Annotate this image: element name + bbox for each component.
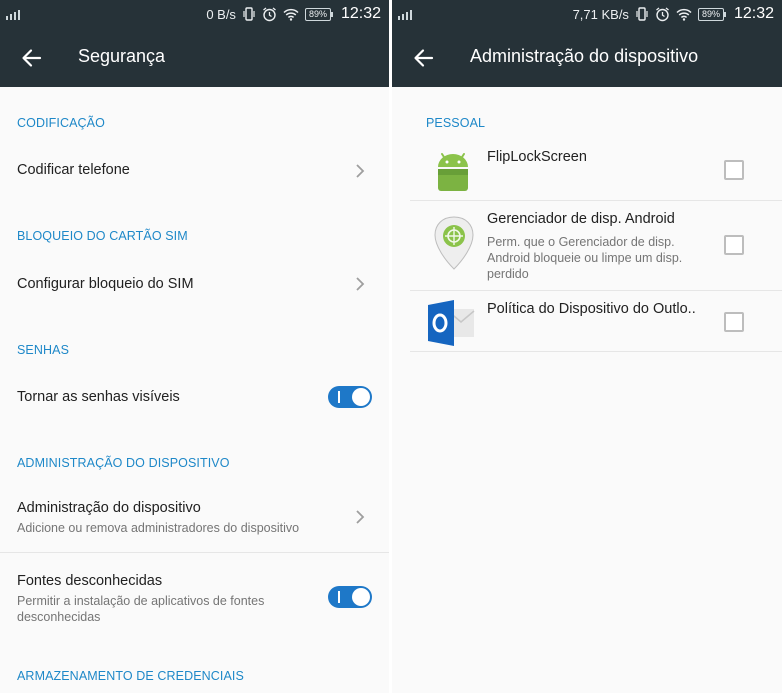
battery-indicator: 89% xyxy=(304,7,333,21)
section-header-pessoal: PESSOAL xyxy=(426,116,486,130)
device-admin-screen: 7,71 KB/s 89% 12:32 Administração do dis… xyxy=(392,0,782,693)
outlook-icon xyxy=(428,300,475,346)
status-bar: 0 B/s 89% 12:32 xyxy=(0,0,389,28)
back-arrow-icon[interactable] xyxy=(20,47,42,69)
app-checkbox[interactable] xyxy=(724,160,744,180)
network-speed: 0 B/s xyxy=(206,6,236,22)
signal-icon xyxy=(398,8,416,20)
item-title: Tornar as senhas visíveis xyxy=(17,389,180,405)
security-screen: 0 B/s 89% 12:32 Segurança CODIFICAÇÃO Co… xyxy=(0,0,389,693)
app-item-gerenciador[interactable]: Gerenciador de disp. Android Perm. que o… xyxy=(392,201,782,291)
item-subtitle: Permitir a instalação de aplicativos de … xyxy=(17,594,265,624)
back-arrow-icon[interactable] xyxy=(412,47,434,69)
battery-indicator: 89% xyxy=(697,7,726,21)
divider xyxy=(410,351,782,352)
senhas-visiveis-item[interactable]: Tornar as senhas visíveis xyxy=(0,377,389,417)
app-item-fliplockscreen[interactable]: FlipLockScreen xyxy=(392,139,782,201)
item-title: Administração do dispositivo xyxy=(17,500,201,516)
wifi-icon xyxy=(676,8,692,21)
app-bar: Administração do dispositivo xyxy=(392,28,782,87)
app-name: Gerenciador de disp. Android xyxy=(487,211,675,227)
clock: 12:32 xyxy=(340,5,381,22)
app-name: FlipLockScreen xyxy=(487,149,587,165)
device-manager-icon xyxy=(434,216,474,270)
app-name: Política do Dispositivo do Outlo.. xyxy=(487,301,696,317)
vibrate-icon xyxy=(243,7,255,21)
fontes-desconhecidas-toggle[interactable] xyxy=(328,586,372,608)
chevron-right-icon xyxy=(356,277,365,291)
section-header-sim: BLOQUEIO DO CARTÃO SIM xyxy=(17,229,188,243)
section-header-codificacao: CODIFICAÇÃO xyxy=(17,116,105,130)
app-description: Perm. que o Gerenciador de disp. Android… xyxy=(487,235,683,281)
android-robot-icon xyxy=(438,153,468,191)
section-header-credenciais: ARMAZENAMENTO DE CREDENCIAIS xyxy=(17,669,244,683)
item-title: Codificar telefone xyxy=(17,162,130,178)
administracao-item[interactable]: Administração do dispositivo Adicione ou… xyxy=(0,489,389,551)
divider xyxy=(0,552,389,553)
status-bar: 7,71 KB/s 89% 12:32 xyxy=(392,0,782,28)
section-header-admin: ADMINISTRAÇÃO DO DISPOSITIVO xyxy=(17,456,230,470)
network-speed: 7,71 KB/s xyxy=(572,6,629,22)
codificar-telefone-item[interactable]: Codificar telefone xyxy=(0,149,389,193)
app-checkbox[interactable] xyxy=(724,235,744,255)
app-item-outlook[interactable]: Política do Dispositivo do Outlo.. xyxy=(392,291,782,351)
page-title: Segurança xyxy=(78,46,166,66)
configurar-sim-item[interactable]: Configurar bloqueio do SIM xyxy=(0,262,389,306)
item-title: Configurar bloqueio do SIM xyxy=(17,276,194,292)
item-title: Fontes desconhecidas xyxy=(17,573,163,589)
fontes-desconhecidas-item[interactable]: Fontes desconhecidas Permitir a instalaç… xyxy=(0,563,389,629)
wifi-icon xyxy=(283,8,299,21)
vibrate-icon xyxy=(636,7,648,21)
signal-icon xyxy=(6,8,24,20)
alarm-icon xyxy=(263,6,276,21)
chevron-right-icon xyxy=(356,164,365,178)
section-header-senhas: SENHAS xyxy=(17,343,70,357)
clock: 12:32 xyxy=(733,5,774,22)
page-title: Administração do dispositivo xyxy=(470,46,699,66)
item-subtitle: Adicione ou remova administradores do di… xyxy=(17,521,300,535)
app-checkbox[interactable] xyxy=(724,312,744,332)
senhas-visiveis-toggle[interactable] xyxy=(328,386,372,408)
app-bar: Segurança xyxy=(0,28,389,87)
alarm-icon xyxy=(656,6,669,21)
chevron-right-icon xyxy=(356,510,365,524)
